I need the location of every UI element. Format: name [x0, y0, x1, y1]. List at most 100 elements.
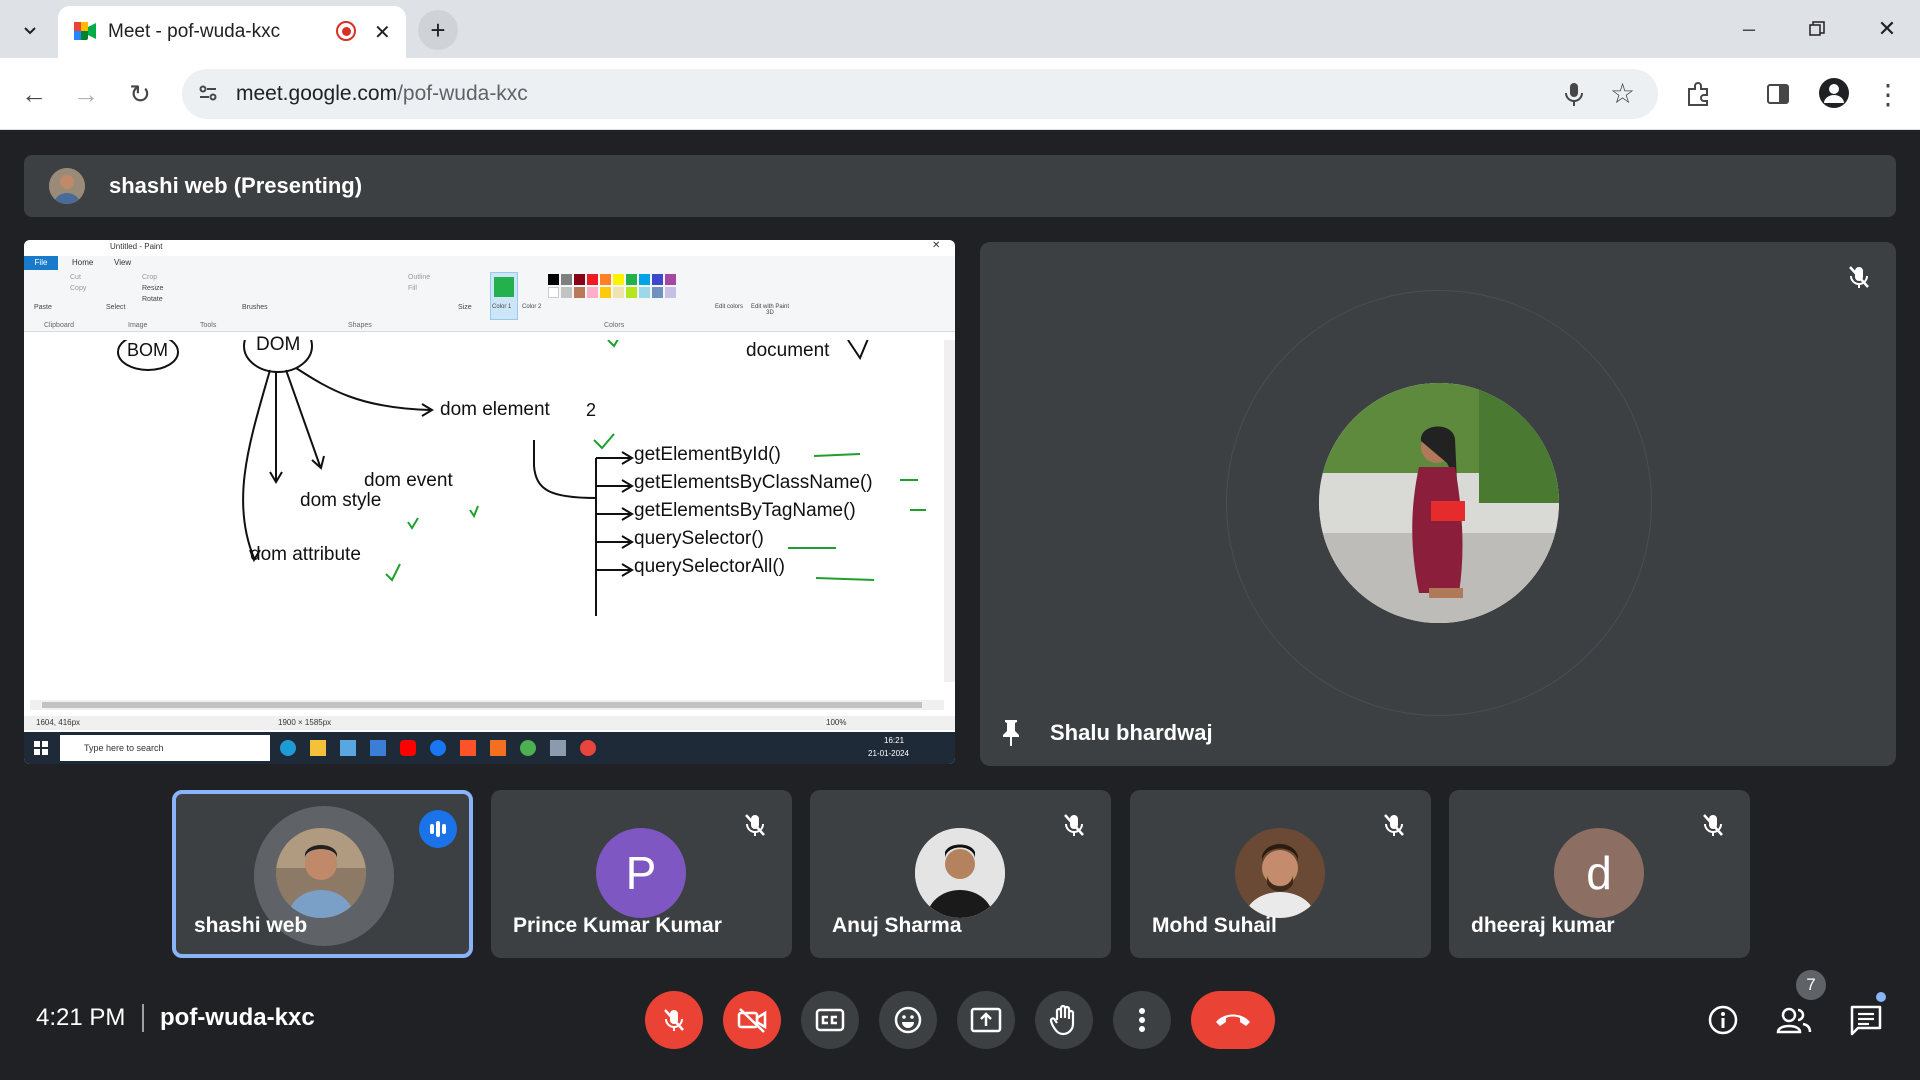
participant-tile-anuj[interactable]: Anuj Sharma [810, 790, 1111, 958]
mic-toggle-button[interactable] [645, 991, 703, 1049]
ribbon-group-image: Image [128, 322, 148, 329]
ribbon-group-colors: Colors [604, 322, 625, 329]
recording-icon [336, 21, 356, 41]
more-options-button[interactable] [1113, 991, 1171, 1049]
bookmark-star-icon[interactable]: ☆ [1610, 77, 1635, 110]
taskbar-search-text: Type here to search [84, 743, 164, 753]
reload-icon[interactable]: ↻ [122, 76, 158, 112]
ribbon-outline: Outline [408, 274, 431, 281]
present-icon [970, 1007, 1002, 1033]
participant-tile-prince[interactable]: P Prince Kumar Kumar [491, 790, 792, 958]
ribbon-group-tools: Tools [200, 322, 217, 329]
pin-icon[interactable] [1000, 718, 1026, 748]
tab-search-icon[interactable] [16, 16, 44, 44]
chat-icon[interactable] [1846, 1000, 1886, 1040]
paint-title: Untitled - Paint [110, 242, 163, 251]
participant-name: Mohd Suhail [1152, 914, 1277, 937]
participant-tile-dheeraj[interactable]: d dheeraj kumar [1449, 790, 1750, 958]
paint-ribbon: Clipboard Image Tools Shapes Colors Past… [24, 270, 955, 332]
presenting-banner: shashi web (Presenting) [24, 155, 1896, 217]
browser-tab[interactable]: Meet - pof-wuda-kxc ✕ [58, 6, 406, 58]
restore-icon[interactable] [1802, 14, 1832, 44]
ribbon-color2: Color 2 [522, 304, 542, 310]
presenter-avatar [49, 168, 85, 204]
paint-title-bar: Untitled - Paint ✕ [24, 240, 955, 256]
extensions-icon[interactable] [1680, 76, 1716, 112]
paint-hscroll [30, 700, 944, 710]
pinned-participant-avatar [1319, 383, 1559, 623]
raise-hand-button[interactable] [1035, 991, 1093, 1049]
status-zoom: 100% [826, 718, 847, 727]
camera-toggle-button[interactable] [723, 991, 781, 1049]
paint-menu-file: File [24, 256, 58, 270]
reactions-button[interactable] [879, 991, 937, 1049]
footer-divider [142, 1004, 144, 1032]
leave-call-button[interactable] [1191, 991, 1275, 1049]
url-text: meet.google.com/pof-wuda-kxc [236, 82, 528, 106]
people-icon[interactable] [1772, 1000, 1816, 1040]
ribbon-fill: Fill [408, 285, 417, 292]
participant-avatar [915, 828, 1005, 918]
back-icon[interactable]: ← [16, 76, 52, 112]
muted-mic-icon [1844, 262, 1874, 292]
presenting-label: shashi web (Presenting) [109, 173, 363, 198]
people-count-badge: 7 [1796, 970, 1826, 1000]
browser-menu-icon[interactable]: ⋮ [1870, 76, 1906, 112]
speaking-indicator-icon [419, 810, 457, 848]
paint-vscroll [944, 340, 955, 682]
canvas-dom-event: dom event [364, 470, 453, 491]
meeting-details-icon[interactable] [1703, 1000, 1743, 1040]
ribbon-paste: Paste [34, 304, 52, 311]
taskbar-date: 21-01-2024 [868, 749, 909, 758]
ribbon-color1: Color 1 [492, 304, 512, 310]
site-info-icon[interactable] [196, 81, 222, 107]
muted-mic-icon [1698, 810, 1728, 840]
canvas-document: document [746, 340, 830, 361]
canvas-dom-element: dom element [440, 399, 550, 420]
paint-menu-view: View [114, 258, 132, 267]
participant-name: Anuj Sharma [832, 914, 962, 937]
camera-off-icon [737, 1008, 767, 1033]
tab-strip: Meet - pof-wuda-kxc ✕ + – ✕ [0, 0, 1920, 58]
windows-taskbar: Type here to search 16:21 21-01-2024 [24, 732, 955, 764]
emoji-icon [894, 1006, 922, 1034]
present-screen-button[interactable] [957, 991, 1015, 1049]
participant-tile-mohd[interactable]: Mohd Suhail [1130, 790, 1431, 958]
new-tab-icon[interactable]: + [418, 10, 458, 50]
canvas-dom-attribute: dom attribute [250, 544, 361, 565]
address-bar[interactable]: meet.google.com/pof-wuda-kxc ☆ [182, 69, 1658, 119]
close-window-icon[interactable]: ✕ [1872, 14, 1902, 44]
ribbon-resize: Resize [142, 285, 164, 292]
ribbon-crop: Crop [142, 274, 158, 281]
taskbar-apps [280, 740, 596, 756]
color-palette [548, 274, 676, 298]
canvas-method-5: querySelectorAll() [634, 556, 785, 577]
forward-icon[interactable]: → [68, 76, 104, 112]
status-size: 1900 × 1585px [278, 718, 332, 727]
pinned-participant-tile[interactable]: Shalu bhardwaj [980, 242, 1896, 766]
paint-menu-home: Home [72, 258, 94, 267]
captions-button[interactable] [801, 991, 859, 1049]
canvas-dom-style: dom style [300, 490, 382, 511]
microphone-icon[interactable] [1562, 81, 1588, 107]
hand-icon [1049, 1004, 1075, 1036]
canvas-method-1: getElementById() [634, 444, 781, 465]
paint-menu-bar: File Home View [24, 256, 955, 270]
close-tab-icon[interactable]: ✕ [374, 20, 391, 45]
chat-notification-dot [1876, 992, 1886, 1002]
side-panel-icon[interactable] [1760, 76, 1796, 112]
meeting-time: 4:21 PM [36, 1004, 126, 1031]
ribbon-paint3d: Edit with Paint 3D [750, 304, 790, 316]
ribbon-edit-colors: Edit colors [714, 304, 743, 310]
minimize-icon[interactable]: – [1734, 14, 1764, 44]
color1-swatch [490, 272, 518, 320]
participant-tile-shashi[interactable]: shashi web [172, 790, 473, 958]
participant-avatar [276, 828, 366, 918]
url-host: meet.google.com [236, 82, 398, 105]
windows-start-icon [34, 741, 48, 755]
shared-screen: Untitled - Paint ✕ File Home View Clipbo… [24, 240, 955, 764]
ribbon-copy: Copy [70, 285, 87, 292]
canvas-bom: BOM [127, 340, 169, 360]
ribbon-rotate: Rotate [142, 296, 163, 303]
profile-avatar-icon[interactable] [1815, 74, 1853, 112]
